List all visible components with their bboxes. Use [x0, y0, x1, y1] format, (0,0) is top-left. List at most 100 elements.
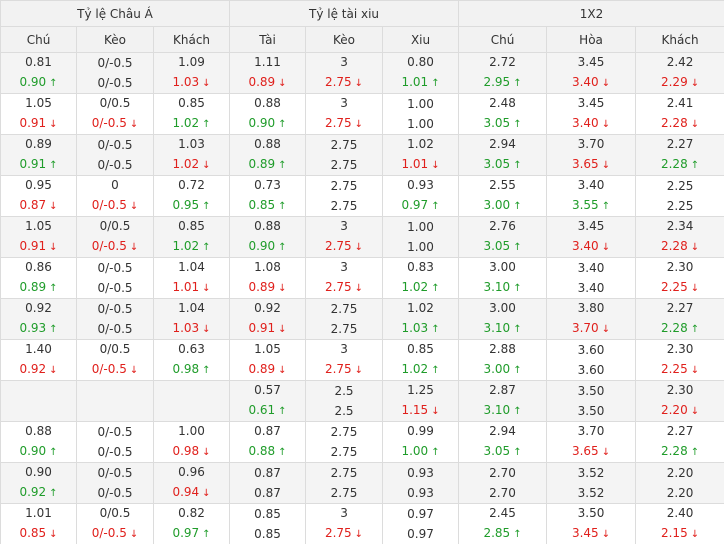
- opening-odds: 3.80: [577, 301, 605, 315]
- opening-odds: 2.48: [489, 96, 516, 110]
- current-odds: 2.75: [330, 198, 358, 213]
- odds-cell: 0.95 0.87 ↓: [0, 175, 77, 217]
- opening-odds: 2.75: [330, 137, 358, 152]
- odds-cell: 0.88 0.90 ↑: [0, 421, 77, 463]
- current-odds: 0/-0.5: [91, 362, 127, 376]
- current-odds: 0.98: [172, 362, 200, 376]
- table-row: 0.89 0.91 ↑ 0/-0.5 0/-0.5 1.03 1.02 ↓ 0.88 0.89 ↑ 2…: [0, 134, 724, 176]
- odds-cell: 3 2.75 ↓: [305, 503, 384, 544]
- opening-odds: 1.09: [178, 55, 205, 69]
- arrow-down-icon: ↓: [690, 365, 700, 376]
- opening-odds: 1.08: [254, 260, 281, 274]
- opening-odds: 0.85: [254, 506, 281, 521]
- odds-cell: 2.27 2.28 ↑: [635, 134, 724, 176]
- opening-odds: 2.25: [666, 178, 694, 193]
- current-odds: 1.03: [401, 321, 429, 335]
- table-row: 1.05 0.91 ↓ 0/0.5 0/-0.5 ↓ 0.85 1.02 ↑ 0.88 0.90 ↑ 3…: [0, 93, 724, 135]
- odds-cell: 0.89 0.91 ↑: [0, 134, 77, 176]
- arrow-up-icon: ↑: [278, 447, 287, 458]
- current-odds: 2.28: [660, 444, 688, 458]
- opening-odds: 2.30: [666, 260, 694, 274]
- odds-cell: 0 0/-0.5 ↓: [76, 175, 154, 217]
- opening-odds: 3.70: [577, 424, 605, 438]
- current-odds: 3.40: [571, 239, 599, 253]
- opening-odds: 3.40: [577, 178, 605, 192]
- table-row: 0.57 0.61 ↑ 2.5 2.5 1.25 1.15 ↓ 2.87 3.10 ↑ 3.50 3.5…: [0, 380, 724, 422]
- arrow-up-icon: ↑: [278, 406, 287, 417]
- arrow-up-icon: ↑: [49, 324, 58, 335]
- opening-odds: 1.00: [178, 424, 205, 438]
- current-odds: 0.90: [248, 239, 276, 253]
- current-odds: 1.00: [407, 239, 434, 254]
- opening-odds: 2.41: [666, 96, 694, 110]
- opening-odds: 2.30: [666, 383, 694, 397]
- arrow-down-icon: ↓: [354, 529, 364, 540]
- arrow-up-icon: ↑: [278, 119, 287, 130]
- opening-odds: 0/-0.5: [97, 55, 133, 70]
- current-odds: 0.92: [19, 362, 47, 376]
- opening-odds: 0/0.5: [99, 96, 131, 110]
- odds-cell: 3.50 3.45 ↓: [546, 503, 637, 544]
- arrow-down-icon: ↓: [431, 160, 440, 171]
- arrow-up-icon: ↑: [202, 201, 211, 212]
- opening-odds: 3.60: [577, 342, 605, 357]
- opening-odds: 0.88: [254, 96, 281, 110]
- odds-cell: 0.97 0.97: [382, 503, 460, 544]
- opening-odds: 2.75: [330, 178, 358, 193]
- arrow-down-icon: ↓: [202, 447, 211, 458]
- current-odds: 0.85: [254, 526, 281, 541]
- arrow-down-icon: ↓: [354, 365, 364, 376]
- opening-odds: 1.25: [407, 383, 434, 397]
- arrow-down-icon: ↓: [601, 78, 611, 89]
- opening-odds: 0/0.5: [99, 342, 131, 356]
- arrow-up-icon: ↑: [513, 201, 522, 212]
- opening-odds: 0.87: [254, 424, 281, 438]
- current-odds: 0.90: [19, 444, 47, 458]
- odds-cell: 0.85 1.02 ↑: [382, 339, 460, 381]
- current-odds: 1.00: [407, 116, 434, 131]
- column-header-away: Khách: [152, 26, 231, 53]
- arrow-up-icon: ↑: [202, 242, 211, 253]
- odds-cell: 0.81 0.90 ↑: [0, 52, 77, 94]
- odds-cell: 1.00 1.00: [382, 93, 460, 135]
- opening-odds: 3.45: [577, 219, 605, 233]
- odds-cell: 2.75 2.75: [305, 462, 384, 504]
- opening-odds: 0.86: [25, 260, 52, 274]
- arrow-up-icon: ↑: [202, 365, 211, 376]
- opening-odds: 0.88: [254, 219, 281, 233]
- current-odds: 0.91: [19, 116, 47, 130]
- arrow-down-icon: ↓: [278, 283, 287, 294]
- arrow-up-icon: ↑: [202, 119, 211, 130]
- arrow-up-icon: ↑: [513, 78, 522, 89]
- odds-cell: 0/-0.5 0/-0.5: [76, 52, 154, 94]
- current-odds: 0.94: [172, 485, 200, 499]
- arrow-up-icon: ↑: [601, 201, 611, 212]
- opening-odds: 2.87: [489, 383, 516, 397]
- arrow-up-icon: ↑: [690, 447, 700, 458]
- opening-odds: 1.04: [178, 301, 205, 315]
- opening-odds: 0.92: [25, 301, 52, 315]
- current-odds: 2.25: [660, 362, 688, 376]
- opening-odds: 0/-0.5: [97, 301, 133, 316]
- opening-odds: 0/-0.5: [97, 137, 133, 152]
- current-odds: 0/-0.5: [97, 485, 133, 500]
- arrow-down-icon: ↓: [354, 119, 364, 130]
- current-odds: 0.93: [407, 485, 434, 500]
- column-header-home: Chú: [0, 26, 77, 53]
- odds-cell: 0/0.5 0/-0.5 ↓: [76, 503, 154, 544]
- current-odds: 3.05: [483, 444, 511, 458]
- odds-cell: 3.45 3.40 ↓: [546, 52, 637, 94]
- table-row: 1.05 0.91 ↓ 0/0.5 0/-0.5 ↓ 0.85 1.02 ↑ 0.88 0.90 ↑ 3…: [0, 216, 724, 258]
- odds-cell: 0.88 0.90 ↑: [229, 216, 307, 258]
- current-odds: 3.40: [577, 280, 605, 295]
- column-header-under: Xiu: [382, 26, 460, 53]
- current-odds: 2.75: [330, 485, 358, 500]
- arrow-down-icon: ↓: [431, 406, 440, 417]
- opening-odds: 0/-0.5: [97, 260, 133, 275]
- odds-cell: 2.88 3.00 ↑: [458, 339, 548, 381]
- table-row: 0.92 0.93 ↑ 0/-0.5 0/-0.5 1.04 1.03 ↓ 0.92 0.91 ↓ 2…: [0, 298, 724, 340]
- opening-odds: 1.02: [407, 137, 434, 151]
- odds-cell: 1.05 0.89 ↓: [229, 339, 307, 381]
- current-odds: 3.60: [577, 362, 605, 377]
- odds-cell: 1.00 0.98 ↓: [152, 421, 231, 463]
